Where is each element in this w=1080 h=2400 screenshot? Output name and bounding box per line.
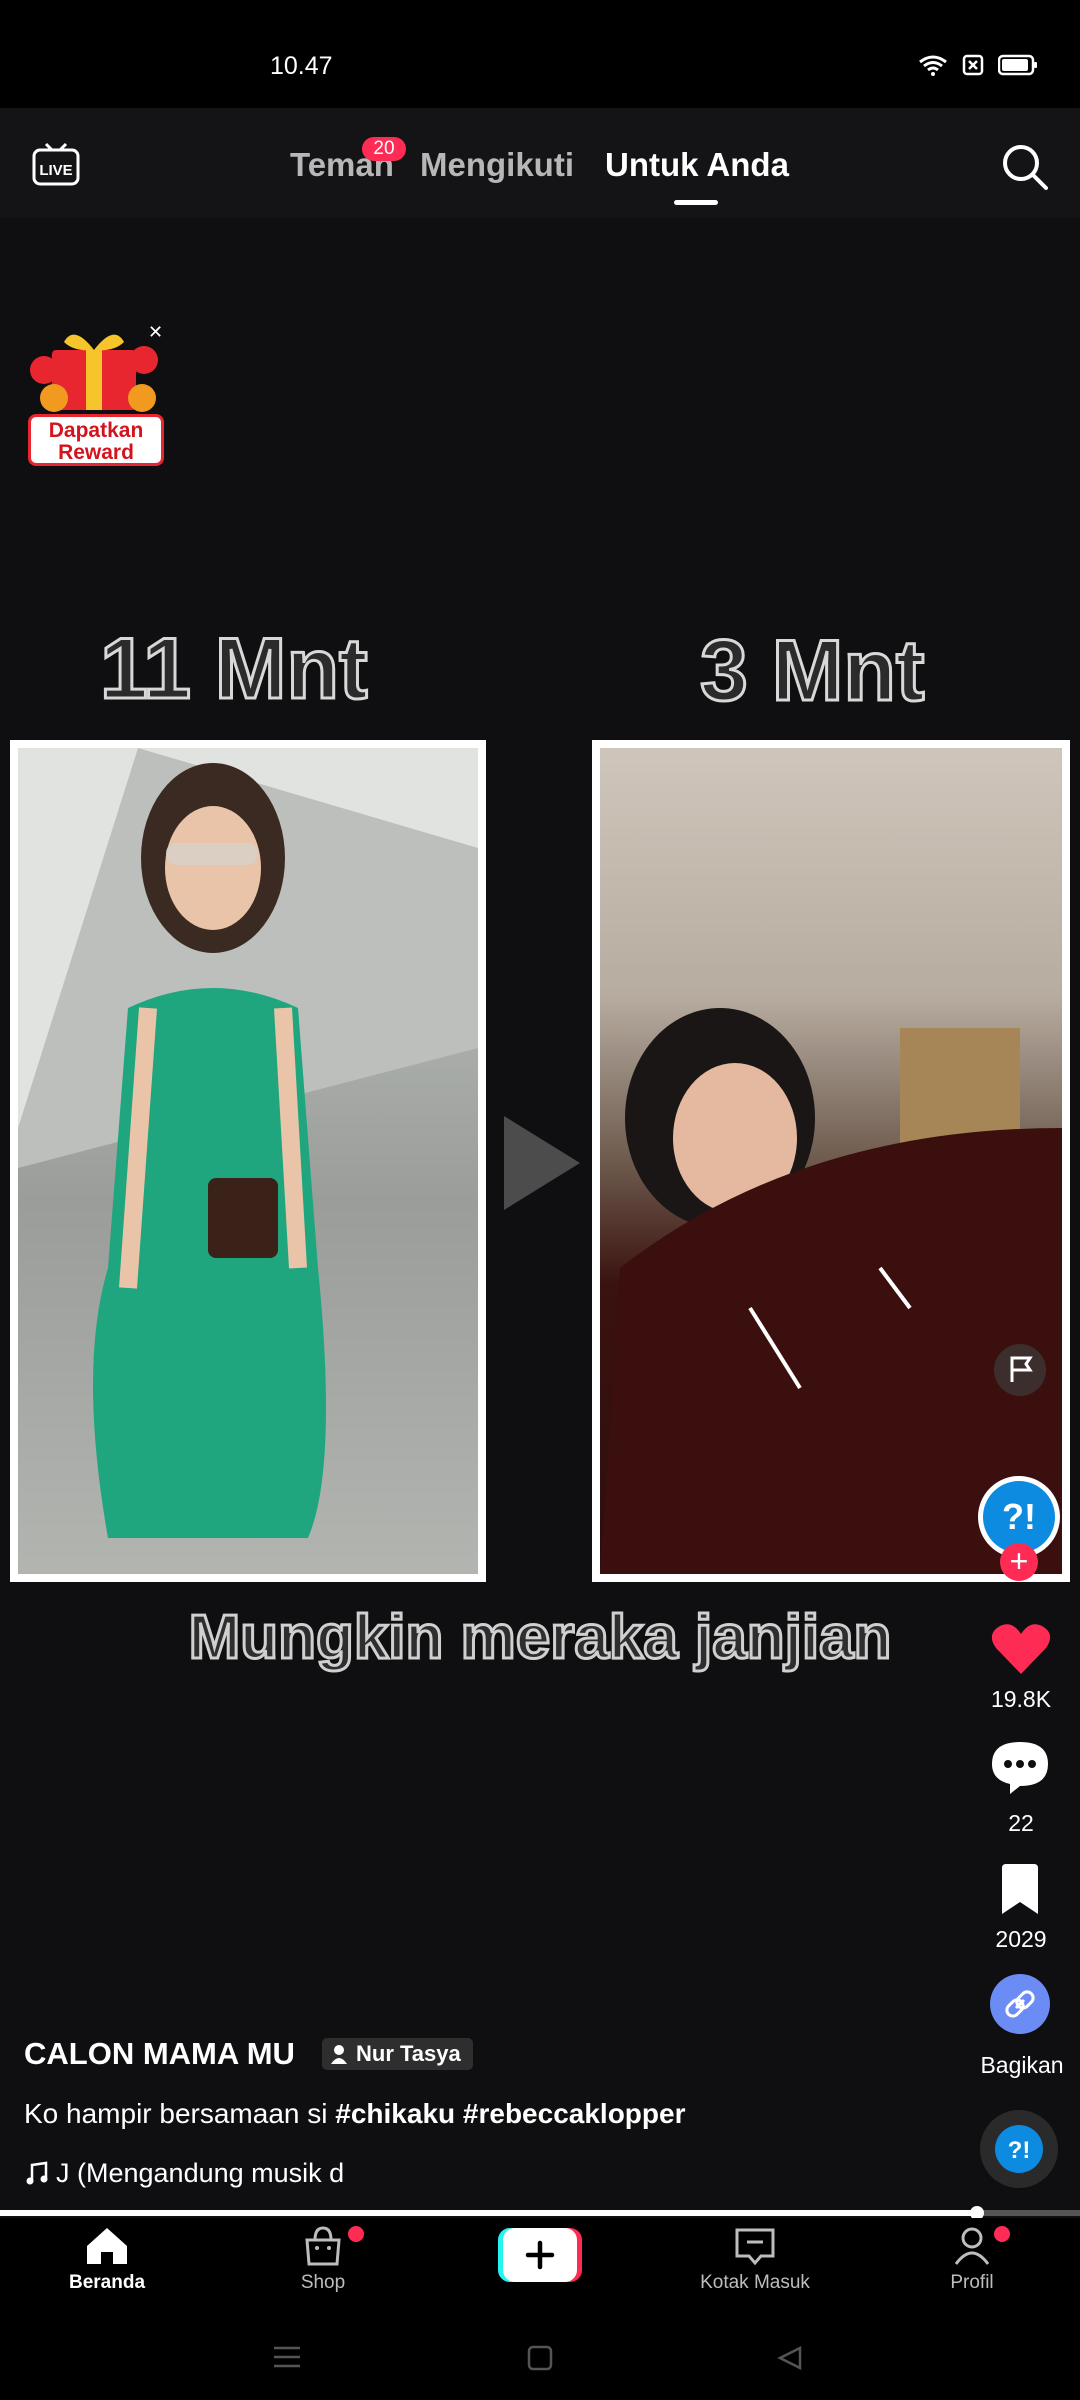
creator-name: Nur Tasya (356, 2041, 461, 2066)
description-text: Ko hampir bersamaan si (24, 2098, 336, 2129)
woman-in-dark-top-image (600, 1008, 1062, 1574)
svg-text:?!: ?! (1002, 1496, 1036, 1537)
shopping-bag-icon (305, 2226, 341, 2266)
post-username[interactable]: CALON MAMA MU (24, 2036, 295, 2072)
like-count: 19.8K (990, 1686, 1052, 1712)
right-duration-text: 3 Mnt (699, 622, 927, 721)
bookmark-count: 2029 (995, 1926, 1047, 1952)
wifi-icon (919, 55, 947, 76)
profile-person-icon (954, 2227, 990, 2265)
heart-icon[interactable] (990, 1620, 1052, 1676)
live-icon[interactable]: LIVE (32, 142, 80, 186)
nav-home[interactable]: Beranda (32, 2226, 182, 2294)
nav-inbox[interactable]: Kotak Masuk (680, 2226, 830, 2294)
back-triangle-icon[interactable] (776, 2344, 804, 2372)
nav-profile[interactable]: Profil (897, 2226, 1047, 2294)
nav-shop[interactable]: Shop (248, 2226, 398, 2294)
right-video-panel (592, 740, 1070, 1582)
reward-label-line2: Reward (58, 441, 134, 464)
hashtag-link[interactable]: #rebeccaklopper (463, 2098, 686, 2129)
active-tab-indicator (674, 200, 718, 205)
inbox-message-icon (735, 2228, 775, 2266)
nav-inbox-label: Kotak Masuk (700, 2272, 810, 2293)
woman-in-green-dress-image (18, 748, 478, 1574)
battery-icon (998, 54, 1037, 76)
reward-label[interactable]: Dapatkan Reward (28, 414, 164, 466)
system-navigation-bar (0, 2320, 1080, 2400)
sim-off-icon (962, 54, 984, 76)
profile-notification-dot (994, 2226, 1010, 2242)
recent-apps-icon[interactable] (272, 2344, 302, 2370)
video-subtitle: Mungkin meraka janjian (187, 1602, 893, 1674)
music-info[interactable]: J (Mengandung musik d (24, 2158, 344, 2189)
share-label: Bagikan (980, 2052, 1064, 2078)
home-icon (87, 2228, 127, 2264)
reward-close-icon[interactable]: ✕ (148, 322, 163, 343)
live-label: LIVE (39, 162, 72, 179)
music-note-icon (26, 2161, 48, 2184)
bookmark-icon[interactable] (998, 1864, 1042, 1916)
nav-home-label: Beranda (68, 2272, 146, 2293)
music-disc-icon[interactable]: ?! (980, 2110, 1058, 2188)
report-flag-icon[interactable] (994, 1344, 1046, 1396)
hashtag-link[interactable]: #chikaku (335, 2098, 455, 2129)
status-time: 10.47 (270, 52, 333, 80)
follow-plus-button[interactable]: + (1000, 1543, 1038, 1581)
search-icon[interactable] (1000, 142, 1050, 192)
left-photo (18, 748, 478, 1574)
music-title: J (Mengandung musik d (56, 2158, 345, 2188)
nav-profile-label: Profil (950, 2272, 994, 2293)
left-duration-text: 11 Mnt (99, 620, 370, 719)
svg-text:?!: ?! (1008, 2137, 1031, 2164)
comment-icon[interactable] (990, 1738, 1050, 1796)
video-progress-fill (0, 2210, 978, 2216)
tab-following[interactable]: Mengikuti (420, 146, 574, 184)
comment-count: 22 (1008, 1810, 1034, 1836)
friends-badge: 20 (362, 137, 406, 161)
right-photo (600, 748, 1062, 1574)
home-square-icon[interactable] (526, 2344, 554, 2372)
reward-label-line1: Dapatkan (48, 419, 144, 442)
create-plus-button[interactable] (498, 2228, 582, 2282)
play-arrow-icon (504, 1116, 580, 1210)
post-description: Ko hampir bersamaan si #chikaku #rebecca… (24, 2098, 685, 2130)
person-icon (331, 2045, 347, 2064)
nav-shop-label: Shop (300, 2272, 346, 2293)
tab-for-you[interactable]: Untuk Anda (605, 146, 789, 184)
shop-notification-dot (348, 2226, 364, 2242)
creator-tag[interactable]: Nur Tasya (322, 2038, 473, 2070)
status-icons (918, 54, 1038, 76)
left-video-panel (10, 740, 486, 1582)
share-link-icon[interactable] (990, 1974, 1050, 2034)
